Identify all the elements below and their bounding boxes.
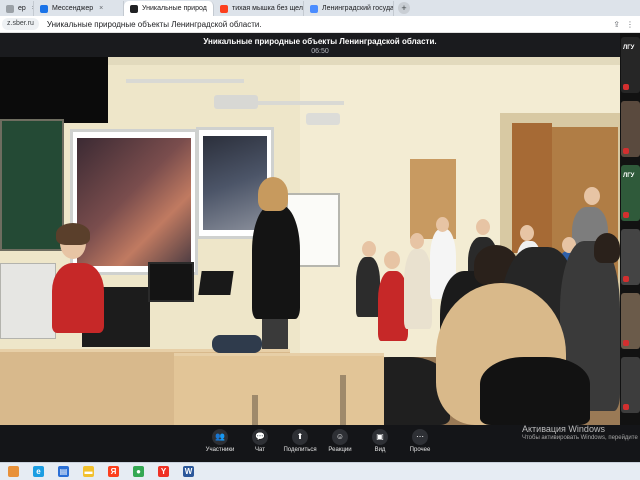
tab-label: Ленинградский государс xyxy=(322,5,394,12)
browser-tab-strip: ер×Мессенджер×Уникальные природ×тихая мы… xyxy=(0,0,640,16)
yandex-icon[interactable]: Y xyxy=(158,466,169,477)
explorer-icon[interactable]: ▬ xyxy=(83,466,94,477)
browser-tab[interactable]: тихая мышка без щелчко× xyxy=(214,1,304,16)
browser-tab[interactable]: ер× xyxy=(0,1,34,16)
control-label: Реакции xyxy=(328,447,352,453)
main-video-feed[interactable] xyxy=(0,57,620,425)
word-icon[interactable]: W xyxy=(183,466,194,477)
meeting-timer: 06:50 xyxy=(311,48,329,55)
chrome-icon[interactable]: ● xyxy=(133,466,144,477)
mic-muted-icon xyxy=(623,340,629,346)
audience-member xyxy=(480,357,590,425)
participant-name: ЛГУ xyxy=(623,173,635,179)
participant-tile[interactable]: ЛГУ xyxy=(621,165,640,221)
chat-button[interactable]: 💬 Чат xyxy=(245,429,275,462)
menu-icon[interactable]: ⋮ xyxy=(626,20,634,29)
control-label: Участники xyxy=(205,447,235,453)
audience-member xyxy=(404,249,432,329)
page-title: Уникальные природные объекты Ленинградск… xyxy=(46,19,262,29)
participant-thumbnails: ЛГУ ЛГУ xyxy=(620,33,640,425)
windows-taskbar: e ▤ ▬ Я ● Y W xyxy=(0,462,640,480)
share-screen-button[interactable]: ⬆ Поделиться xyxy=(283,429,317,462)
control-label: Чат xyxy=(255,447,265,453)
seated-man xyxy=(52,263,104,333)
control-label: Прочее xyxy=(409,447,431,453)
wall-tv xyxy=(0,57,108,123)
share-screen-icon: ⬆ xyxy=(292,429,308,445)
audience-member xyxy=(356,257,380,317)
interactive-board xyxy=(70,129,198,275)
tab-label: ер xyxy=(18,5,26,12)
close-tab-icon[interactable]: × xyxy=(99,5,103,12)
view-button[interactable]: ▣ Вид xyxy=(365,429,395,462)
tab-label: Уникальные природ xyxy=(142,5,207,12)
speaker xyxy=(252,205,300,319)
address-bar: z.sber.ru Уникальные природные объекты Л… xyxy=(0,16,640,33)
new-tab-button[interactable]: + xyxy=(398,2,410,14)
participant-tile[interactable]: ЛГУ xyxy=(621,37,640,93)
mic-muted-icon xyxy=(623,212,629,218)
tab-label: Мессенджер xyxy=(52,5,94,12)
participant-name: ЛГУ xyxy=(623,45,635,51)
page-icon xyxy=(6,4,14,13)
printer xyxy=(0,263,56,339)
browser-tab[interactable]: Мессенджер × xyxy=(34,1,124,16)
store-icon[interactable]: ▤ xyxy=(58,466,69,477)
docs-icon xyxy=(310,4,318,13)
tab-label: тихая мышка без щелчко xyxy=(232,5,303,12)
cabinet xyxy=(410,159,456,239)
speakerphone xyxy=(212,335,262,353)
share-icon[interactable]: ⇪ xyxy=(613,20,620,29)
mic-muted-icon xyxy=(623,84,629,90)
url-field[interactable]: z.sber.ru xyxy=(2,18,39,30)
participants-button[interactable]: 👥 Участники xyxy=(205,429,235,462)
desk xyxy=(174,353,384,425)
windows-activation-watermark: Активация Windows Чтобы активировать Win… xyxy=(522,424,638,441)
participant-tile[interactable] xyxy=(621,101,640,157)
participants-icon: 👥 xyxy=(212,429,228,445)
yandex-browser-icon[interactable]: Я xyxy=(108,466,119,477)
mic-muted-icon xyxy=(623,404,629,410)
laptop xyxy=(198,271,234,295)
widgets-icon[interactable] xyxy=(8,466,19,477)
chalkboard xyxy=(0,119,64,251)
participant-tile[interactable] xyxy=(621,229,640,285)
participant-tile[interactable] xyxy=(621,357,640,413)
reactions-button[interactable]: ☺ Реакции xyxy=(325,429,355,462)
mic-muted-icon xyxy=(623,148,629,154)
more-icon: ⋯ xyxy=(412,429,428,445)
meeting-title: Уникальные природные объекты Ленинградск… xyxy=(203,37,437,46)
chat-icon: 💬 xyxy=(252,429,268,445)
view-icon: ▣ xyxy=(372,429,388,445)
meeting-header: Уникальные природные объекты Ленинградск… xyxy=(0,33,640,57)
control-label: Вид xyxy=(374,447,386,453)
mic-muted-icon xyxy=(623,276,629,282)
reactions-icon: ☺ xyxy=(332,429,348,445)
yandex-icon xyxy=(220,4,228,13)
participant-tile[interactable] xyxy=(621,293,640,349)
projector xyxy=(306,113,340,125)
browser-tab[interactable]: Ленинградский государс× xyxy=(304,1,394,16)
more-button[interactable]: ⋯ Прочее xyxy=(405,429,435,462)
sberjazz-icon xyxy=(130,4,138,13)
projector xyxy=(214,95,258,109)
browser-tab[interactable]: Уникальные природ× xyxy=(124,1,214,16)
control-label: Поделиться xyxy=(283,447,317,453)
monitor xyxy=(148,262,194,302)
edge-icon[interactable]: e xyxy=(33,466,44,477)
messenger-icon xyxy=(40,4,48,13)
